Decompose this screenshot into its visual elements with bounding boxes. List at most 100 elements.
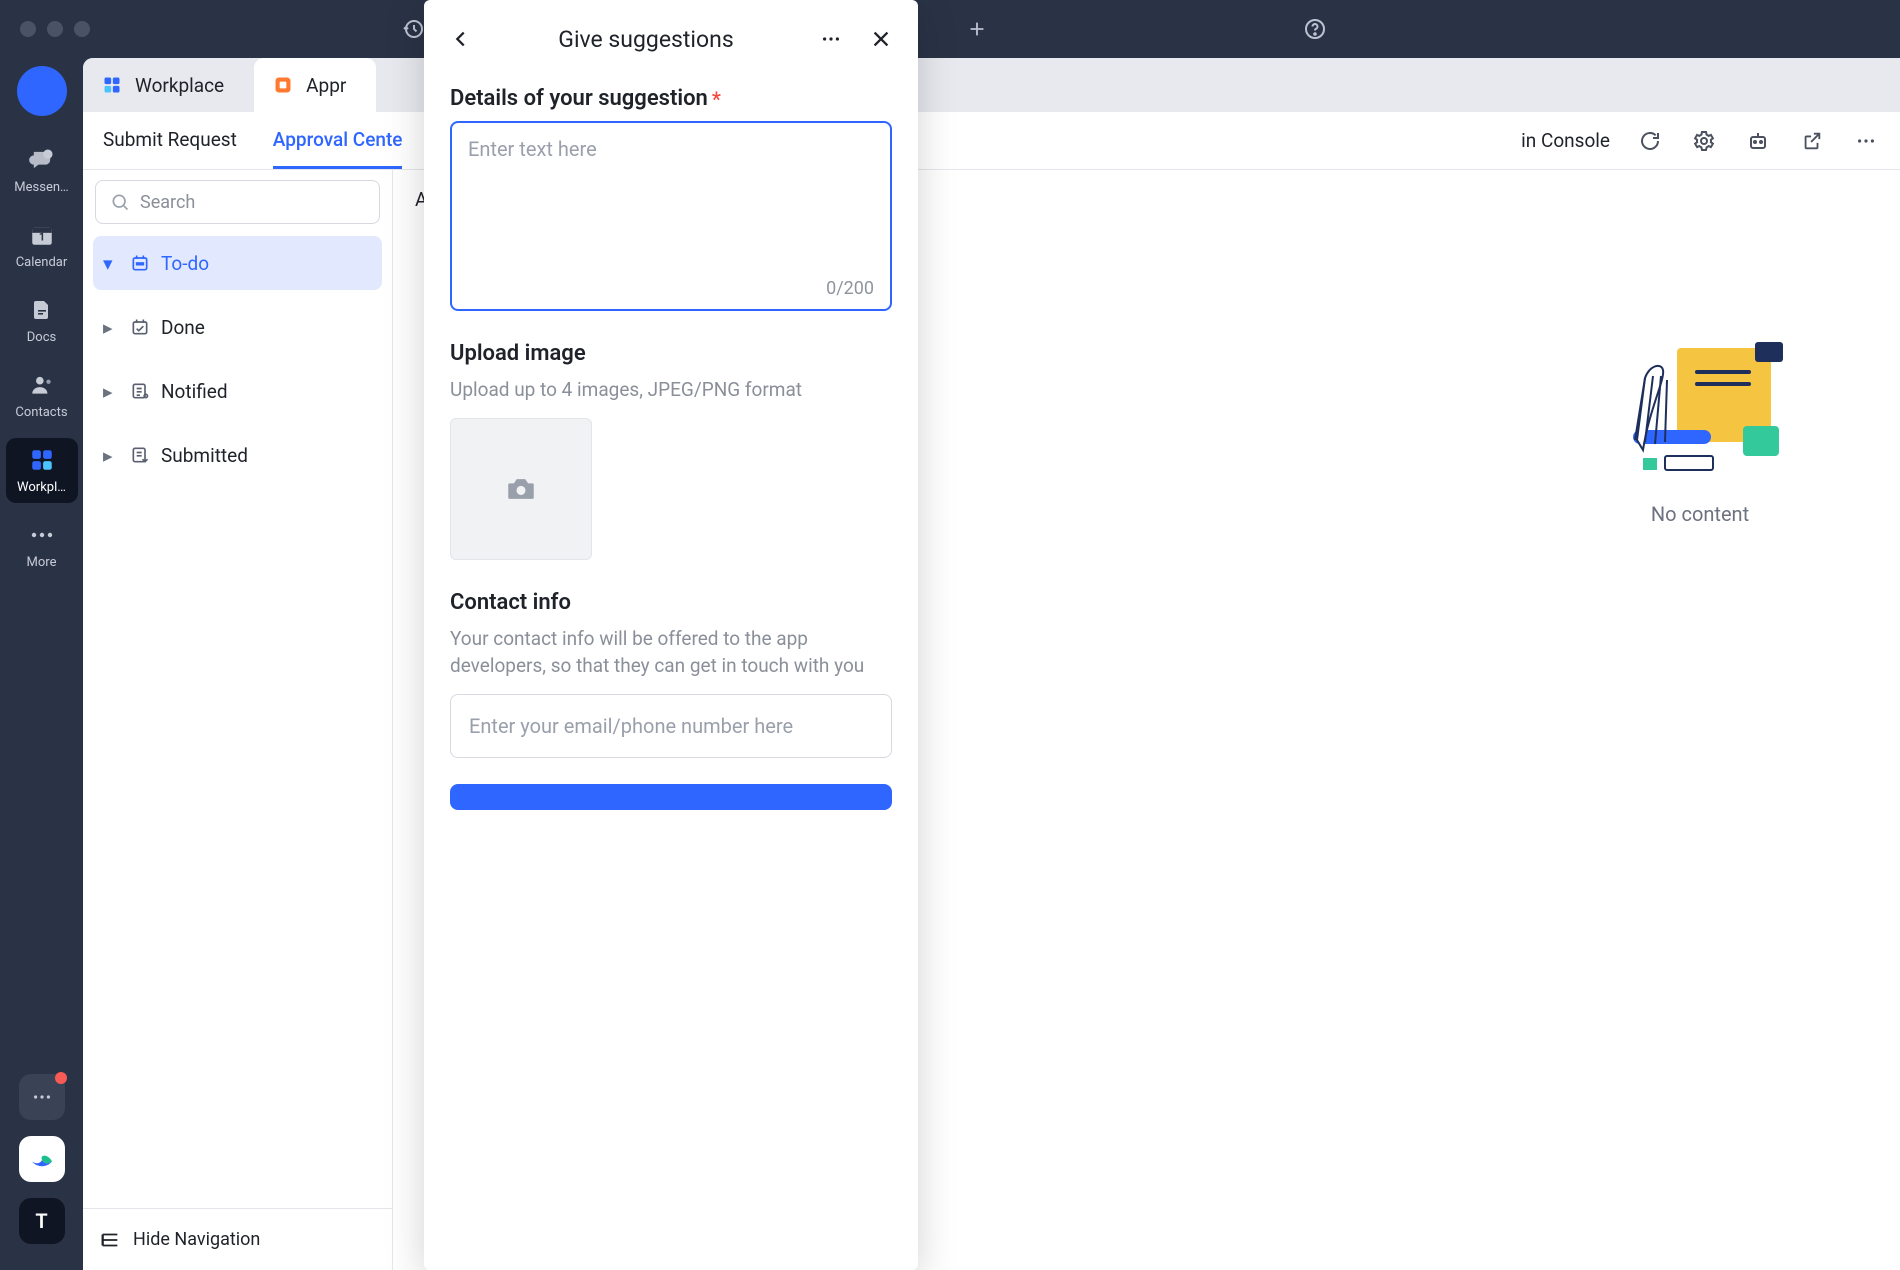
empty-state: No content xyxy=(1540,330,1860,526)
chevron-down-icon: ▾ xyxy=(103,252,119,275)
rail-label: Docs xyxy=(7,330,77,345)
rail-label: Calendar xyxy=(7,255,77,270)
nav-item-todo[interactable]: ▾ To-do xyxy=(93,236,382,290)
tab-workplace[interactable]: Workplace xyxy=(83,58,254,112)
contact-label: Contact info xyxy=(450,590,892,615)
upload-sub: Upload up to 4 images, JPEG/PNG format xyxy=(450,376,892,404)
rail-label: Messen… xyxy=(7,180,77,195)
chevron-right-icon: ▸ xyxy=(103,380,119,403)
hide-navigation-button[interactable]: Hide Navigation xyxy=(83,1208,392,1270)
todo-icon xyxy=(129,252,151,274)
settings-icon[interactable] xyxy=(1690,127,1718,155)
camera-icon xyxy=(504,472,538,506)
rail-label: Contacts xyxy=(7,405,77,420)
rail-item-calendar[interactable]: 1 Calendar xyxy=(6,213,78,278)
required-asterisk: * xyxy=(712,87,721,111)
suggestion-textarea[interactable]: Enter text here 0/200 xyxy=(450,121,892,311)
workplace-tab-icon xyxy=(101,74,123,96)
tab-label: Workplace xyxy=(135,74,224,97)
docs-icon xyxy=(28,296,56,324)
tab-content: Submit Request Approval Cente in Console xyxy=(83,112,1900,1270)
submit-button[interactable] xyxy=(450,784,892,810)
workspace-tabs: Workplace Appr xyxy=(83,58,1900,112)
contacts-icon xyxy=(28,371,56,399)
notified-icon xyxy=(129,380,151,402)
contact-sub: Your contact info will be offered to the… xyxy=(450,625,892,680)
rail-app-1[interactable] xyxy=(19,1074,65,1120)
maximize-window-icon[interactable] xyxy=(74,21,90,37)
close-window-icon[interactable] xyxy=(20,21,36,37)
messenger-icon xyxy=(28,146,56,174)
upload-label: Upload image xyxy=(450,341,892,366)
subtab-submit[interactable]: Submit Request xyxy=(103,112,237,169)
subtab-approval-center[interactable]: Approval Cente xyxy=(273,112,403,169)
window-controls xyxy=(20,21,90,37)
close-icon[interactable] xyxy=(866,24,896,54)
nav-item-notified[interactable]: ▸ Notified xyxy=(93,364,382,418)
details-label: Details of your suggestion * xyxy=(450,86,892,111)
rail-item-docs[interactable]: Docs xyxy=(6,288,78,353)
tab-approval[interactable]: Appr xyxy=(254,58,376,112)
chevron-right-icon: ▸ xyxy=(103,316,119,339)
tab-label: Appr xyxy=(306,74,346,97)
more-icon xyxy=(28,521,56,549)
approval-tab-icon xyxy=(272,74,294,96)
sub-header: Submit Request Approval Cente in Console xyxy=(83,112,1900,170)
rail-app-2[interactable] xyxy=(19,1136,65,1182)
suggestions-modal: Give suggestions Details of your suggest… xyxy=(424,0,918,1270)
rail-item-more[interactable]: More xyxy=(6,513,78,578)
workplace-icon xyxy=(28,446,56,474)
rail-item-messenger[interactable]: Messen… xyxy=(6,138,78,203)
bot-icon[interactable] xyxy=(1744,127,1772,155)
minimize-window-icon[interactable] xyxy=(47,21,63,37)
details-label-text: Details of your suggestion xyxy=(450,86,708,111)
rail-app-3[interactable]: T xyxy=(19,1198,65,1244)
collapse-icon xyxy=(99,1229,121,1251)
main-area: Workplace Appr Submit Request Approval C… xyxy=(83,58,1900,1270)
rail-label: More xyxy=(7,555,77,570)
back-icon[interactable] xyxy=(446,24,476,54)
subtab-console[interactable]: in Console xyxy=(1521,129,1610,152)
svg-text:1: 1 xyxy=(38,230,44,243)
nav-label: To-do xyxy=(161,252,209,275)
chevron-right-icon: ▸ xyxy=(103,444,119,467)
rail-label: Workpl… xyxy=(7,480,77,495)
calendar-icon: 1 xyxy=(28,221,56,249)
hide-nav-label: Hide Navigation xyxy=(133,1229,260,1250)
modal-more-icon[interactable] xyxy=(816,24,846,54)
rail-item-workplace[interactable]: Workpl… xyxy=(6,438,78,503)
empty-illustration-icon xyxy=(1615,330,1785,480)
approval-sidebar: Search ▾ To-do ▸ Done xyxy=(83,170,393,1270)
more-icon[interactable] xyxy=(1852,127,1880,155)
open-external-icon[interactable] xyxy=(1798,127,1826,155)
notification-badge xyxy=(55,1072,67,1084)
subtab-label: Approval Cente xyxy=(273,128,403,151)
char-counter: 0/200 xyxy=(826,278,874,299)
nav-label: Submitted xyxy=(161,444,248,467)
submitted-icon xyxy=(129,444,151,466)
help-icon[interactable] xyxy=(1302,16,1328,42)
contact-input[interactable]: Enter your email/phone number here xyxy=(450,694,892,758)
modal-title: Give suggestions xyxy=(476,26,816,53)
nav-item-submitted[interactable]: ▸ Submitted xyxy=(93,428,382,482)
textarea-placeholder: Enter text here xyxy=(468,137,597,161)
empty-text: No content xyxy=(1651,502,1749,526)
search-icon xyxy=(110,192,130,212)
done-icon xyxy=(129,316,151,338)
nav-label: Notified xyxy=(161,380,228,403)
search-placeholder: Search xyxy=(140,192,195,213)
rail-item-contacts[interactable]: Contacts xyxy=(6,363,78,428)
history-icon[interactable] xyxy=(400,16,426,42)
nav-label: Done xyxy=(161,316,205,339)
contact-placeholder: Enter your email/phone number here xyxy=(469,714,793,738)
add-tab-icon[interactable] xyxy=(964,16,990,42)
left-rail: Messen… 1 Calendar Docs Contacts Workpl…… xyxy=(0,58,83,1270)
nav-item-done[interactable]: ▸ Done xyxy=(93,300,382,354)
search-input[interactable]: Search xyxy=(95,180,380,224)
rail-app-letter: T xyxy=(35,1209,47,1233)
modal-header: Give suggestions xyxy=(424,0,918,78)
upload-image-button[interactable] xyxy=(450,418,592,560)
avatar[interactable] xyxy=(17,66,67,116)
subtab-label: Submit Request xyxy=(103,128,237,151)
refresh-icon[interactable] xyxy=(1636,127,1664,155)
